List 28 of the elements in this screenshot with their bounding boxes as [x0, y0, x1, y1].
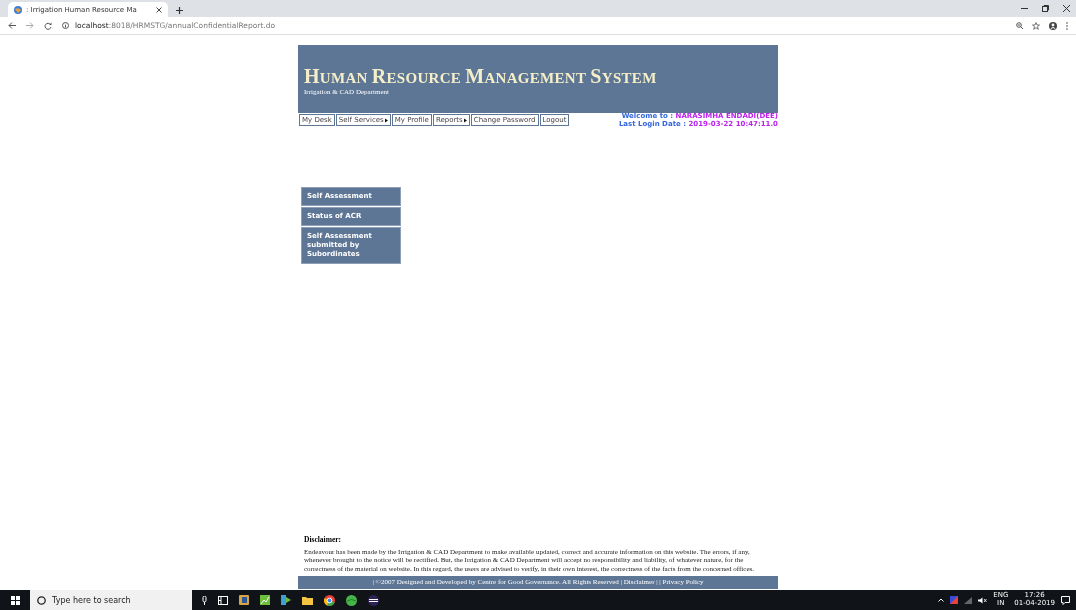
- restore-icon[interactable]: [1042, 5, 1049, 12]
- site-title: HUMAN RESOURCE MANAGEMENT SYSTEM: [304, 65, 658, 88]
- document-icon[interactable]: [239, 595, 249, 605]
- info-icon[interactable]: [62, 22, 69, 29]
- task-view-icon[interactable]: [218, 595, 228, 605]
- notifications-icon[interactable]: [1061, 595, 1070, 605]
- chevron-up-icon[interactable]: [938, 598, 945, 602]
- microphone-icon[interactable]: [202, 595, 207, 605]
- zoom-out-icon[interactable]: [1016, 21, 1023, 29]
- taskbar-search-field[interactable]: Type here to search: [30, 590, 192, 610]
- network-icon[interactable]: [964, 596, 973, 604]
- globe-icon: [14, 5, 22, 14]
- windows-start-icon[interactable]: [10, 595, 20, 605]
- minimize-icon[interactable]: [1021, 5, 1028, 12]
- media-icon[interactable]: [281, 595, 291, 605]
- browser-icon[interactable]: [324, 594, 335, 606]
- reload-icon[interactable]: [44, 21, 52, 30]
- colorful-app-icon[interactable]: [950, 596, 959, 604]
- ball-icon[interactable]: [346, 594, 357, 606]
- close-icon[interactable]: [156, 6, 162, 13]
- folder-icon[interactable]: [302, 595, 313, 605]
- new-tab-icon[interactable]: [176, 7, 183, 14]
- close-icon[interactable]: [1063, 5, 1070, 12]
- account-icon[interactable]: [1049, 21, 1057, 30]
- eclipse-icon[interactable]: [368, 594, 379, 606]
- star-icon[interactable]: [1032, 21, 1040, 30]
- speaker-icon[interactable]: [978, 596, 988, 604]
- back-icon[interactable]: [8, 22, 16, 29]
